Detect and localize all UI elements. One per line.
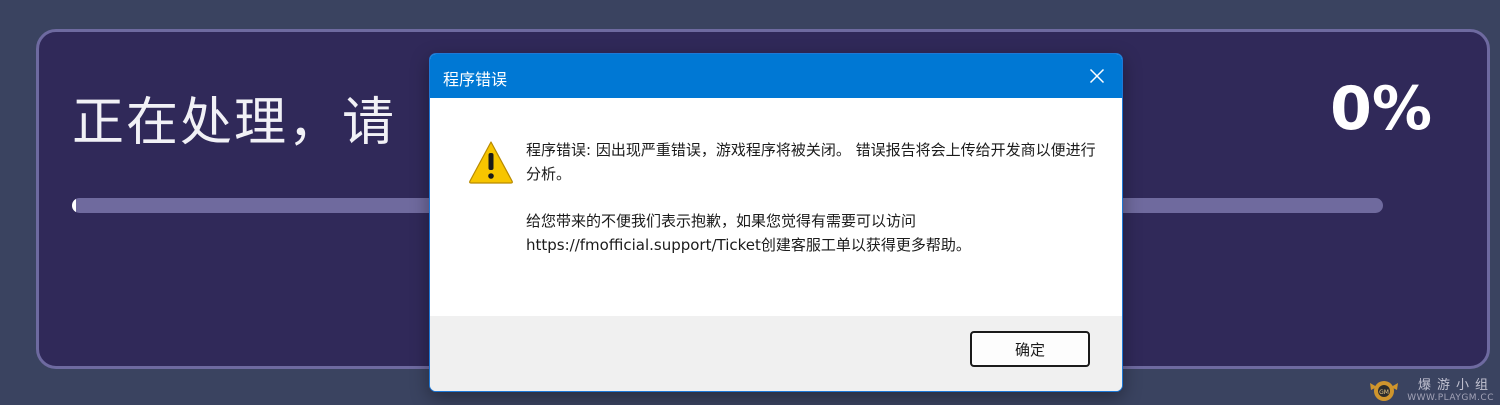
processing-text: 正在处理，请 bbox=[72, 93, 397, 153]
error-message: 程序错误: 因出现严重错误，游戏程序将被关闭。 错误报告将会上传给开发商以便进行… bbox=[526, 138, 1096, 257]
dialog-body: 程序错误: 因出现严重错误，游戏程序将被关闭。 错误报告将会上传给开发商以便进行… bbox=[430, 98, 1122, 317]
error-message-line2: 给您带来的不便我们表示抱歉，如果您觉得有需要可以访问https://fmoffi… bbox=[526, 212, 971, 254]
mascot-logo-icon: GM bbox=[1370, 381, 1399, 401]
dialog-title: 程序错误 bbox=[443, 70, 508, 89]
game-screen: 正在处理，请 0% 程序错误 程序错误: 因出现严重错误，游戏程序将被关闭。 错… bbox=[0, 0, 1500, 405]
svg-text:GM: GM bbox=[1379, 389, 1389, 396]
progress-percent: 0% bbox=[1330, 74, 1432, 144]
dialog-titlebar: 程序错误 bbox=[430, 54, 1122, 98]
error-message-line1: 程序错误: 因出现严重错误，游戏程序将被关闭。 错误报告将会上传给开发商以便进行… bbox=[526, 141, 1096, 183]
watermark: GM 爆游小组 WWW.PLAYGM.CC bbox=[1367, 374, 1494, 403]
close-button[interactable] bbox=[1082, 61, 1112, 91]
close-icon bbox=[1089, 68, 1105, 84]
watermark-title: 爆游小组 bbox=[1417, 378, 1494, 393]
error-dialog: 程序错误 程序错误: 因出现严重错误，游戏程序将被关闭。 错误报告将会上传给开发… bbox=[429, 53, 1123, 392]
watermark-url: WWW.PLAYGM.CC bbox=[1407, 393, 1494, 403]
dialog-footer: 确定 bbox=[430, 316, 1122, 391]
ok-button[interactable]: 确定 bbox=[970, 331, 1090, 367]
warning-icon bbox=[469, 141, 513, 184]
